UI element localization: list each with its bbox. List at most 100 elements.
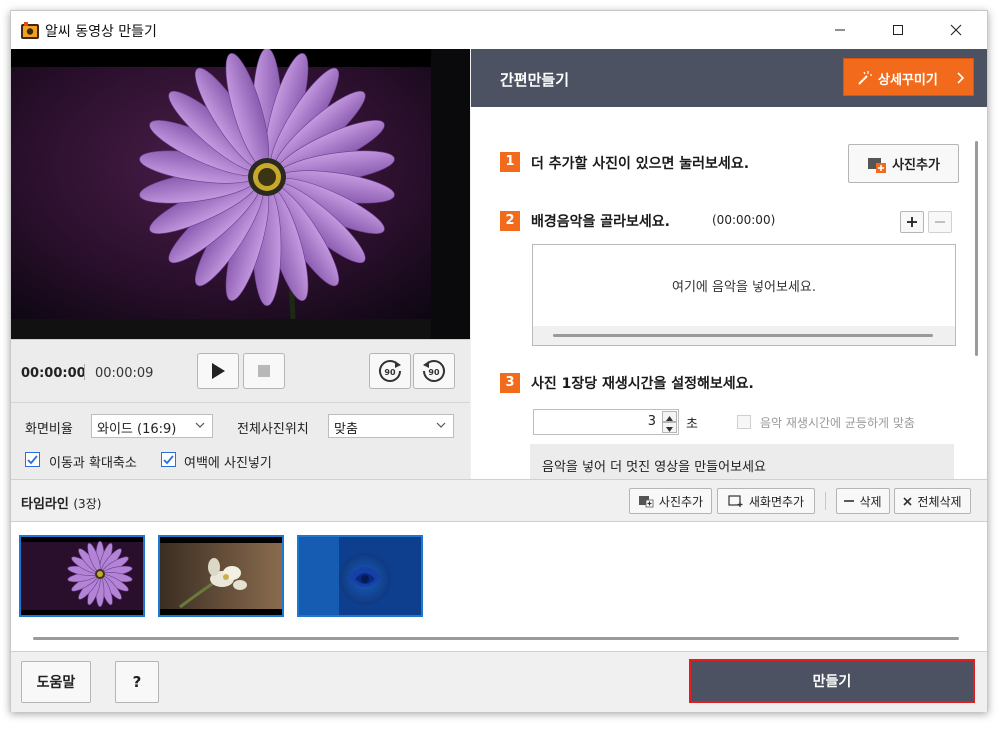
music-drop-area[interactable]: 여기에 음악을 넣어보세요. [532, 244, 956, 346]
fit-music-label: 음악 재생시간에 균등하게 맞춤 [760, 416, 915, 430]
timeline-thumbnail[interactable] [158, 535, 284, 617]
app-logo-icon [21, 22, 39, 39]
panel-header: 간편만들기 상세꾸미기 [471, 49, 987, 107]
close-icon [903, 496, 912, 506]
duration-value: 3 [647, 414, 656, 429]
minus-icon [935, 221, 945, 223]
minus-icon [844, 500, 855, 502]
rotate-right-button[interactable]: 90 [369, 353, 411, 389]
position-select[interactable]: 맞춤 [328, 414, 454, 438]
maximize-icon [893, 25, 903, 35]
duration-input[interactable]: 3 [533, 409, 679, 435]
magic-wand-icon [858, 71, 872, 85]
arrow-down-icon [666, 427, 673, 432]
rotate-right-label: 90 [384, 368, 396, 377]
title-bar: 알씨 동영상 만들기 [11, 11, 987, 49]
step3-number: 3 [500, 373, 520, 393]
timeline-toolbar: 타임라인 (3장) 사진추가 새화면추가 삭제 전체삭제 [11, 479, 987, 522]
checkmark-icon [163, 455, 174, 465]
timeline-thumbnail[interactable] [297, 535, 423, 617]
timeline-area [11, 521, 987, 652]
timeline-add-photo-label: 사진추가 [658, 494, 704, 509]
total-time: 00:00:09 [95, 366, 154, 381]
play-button[interactable] [197, 353, 239, 389]
plus-icon [907, 217, 917, 227]
app-window: 알씨 동영상 만들기 00:00:00 00:00:09 90 90 화면비율 … [10, 10, 988, 712]
position-label: 전체사진위치 [237, 422, 309, 437]
remove-music-button[interactable] [928, 211, 952, 233]
play-icon [212, 363, 225, 379]
white-flower-thumbnail [160, 537, 282, 615]
stop-icon [258, 365, 270, 377]
footer: 도움말 ? 만들기 [11, 651, 987, 712]
delete-button[interactable]: 삭제 [836, 488, 890, 514]
flower-preview-image [11, 49, 470, 339]
make-label: 만들기 [812, 674, 852, 690]
timeline-add-photo-button[interactable]: 사진추가 [629, 488, 712, 514]
timeline-count: (3장) [73, 497, 102, 511]
aspect-value: 와이드 (16:9) [97, 422, 177, 437]
step1-number: 1 [500, 152, 520, 172]
close-button[interactable] [927, 11, 985, 49]
rotate-right-icon: 90 [379, 360, 401, 382]
add-photo-icon [638, 496, 654, 508]
add-screen-label: 새화면추가 [748, 494, 805, 509]
chevron-down-icon [436, 422, 446, 428]
close-icon [950, 24, 962, 36]
add-screen-button[interactable]: 새화면추가 [717, 488, 815, 514]
timeline-title: 타임라인 (3장) [21, 493, 101, 512]
step2-text: 배경음악을 골라보세요. [531, 214, 670, 230]
music-scrollbar[interactable] [553, 334, 933, 337]
help-button[interactable]: 도움말 [21, 661, 91, 703]
duration-up-button[interactable] [662, 411, 677, 422]
delete-label: 삭제 [859, 494, 882, 509]
maximize-button[interactable] [869, 11, 927, 49]
toolbar-divider [825, 492, 826, 510]
purple-flower-thumbnail [21, 537, 143, 615]
rotate-left-button[interactable]: 90 [413, 353, 455, 389]
duration-down-button[interactable] [662, 422, 677, 433]
add-photo-button[interactable]: 사진추가 [848, 144, 959, 183]
step2-number: 2 [500, 211, 520, 231]
timeline-scrollbar[interactable] [33, 637, 959, 640]
question-button[interactable]: ? [115, 661, 159, 703]
question-label: ? [132, 673, 142, 691]
step2-duration: (00:00:00) [712, 213, 776, 227]
panel-scrollbar[interactable] [975, 141, 978, 356]
delete-all-button[interactable]: 전체삭제 [894, 488, 971, 514]
rotate-left-label: 90 [428, 368, 440, 377]
aspect-label: 화면비율 [25, 422, 73, 437]
add-music-button[interactable] [900, 211, 924, 233]
fit-music-checkbox[interactable] [737, 415, 751, 429]
timeline-title-text: 타임라인 [21, 497, 69, 512]
minimize-icon [835, 29, 845, 31]
panel-title: 간편만들기 [500, 71, 570, 89]
minimize-button[interactable] [811, 11, 869, 49]
chevron-down-icon [195, 422, 205, 428]
window-title: 알씨 동영상 만들기 [45, 24, 157, 40]
stop-button[interactable] [243, 353, 285, 389]
layout-options: 화면비율 와이드 (16:9) 전체사진위치 맞춤 이동과 확대축소 여백에 사… [11, 402, 470, 479]
info-text: 음악을 넣어 더 멋진 영상을 만들어보세요 [542, 460, 766, 475]
info-banner: 음악을 넣어 더 멋진 영상을 만들어보세요 [530, 444, 954, 479]
time-divider [84, 364, 85, 380]
music-scroll-track [533, 326, 955, 345]
make-button[interactable]: 만들기 [689, 659, 975, 703]
zoom-label: 이동과 확대축소 [49, 456, 137, 471]
margin-checkbox[interactable] [161, 452, 176, 467]
checkmark-icon [27, 455, 38, 465]
decorate-label: 상세꾸미기 [878, 73, 938, 88]
add-photo-icon [868, 157, 887, 173]
panel-body: 1 더 추가할 사진이 있으면 눌러보세요. 사진추가 2 배경음악을 골라보세… [471, 107, 987, 479]
zoom-checkbox[interactable] [25, 452, 40, 467]
help-label: 도움말 [36, 675, 76, 691]
blue-rose-thumbnail [299, 537, 421, 615]
current-time: 00:00:00 [21, 366, 86, 381]
decorate-button[interactable]: 상세꾸미기 [843, 58, 974, 96]
position-value: 맞춤 [334, 422, 358, 437]
add-photo-label: 사진추가 [892, 158, 940, 173]
margin-label: 여백에 사진넣기 [184, 456, 272, 471]
chevron-right-icon [957, 72, 964, 84]
timeline-thumbnail[interactable] [19, 535, 145, 617]
aspect-select[interactable]: 와이드 (16:9) [91, 414, 213, 438]
